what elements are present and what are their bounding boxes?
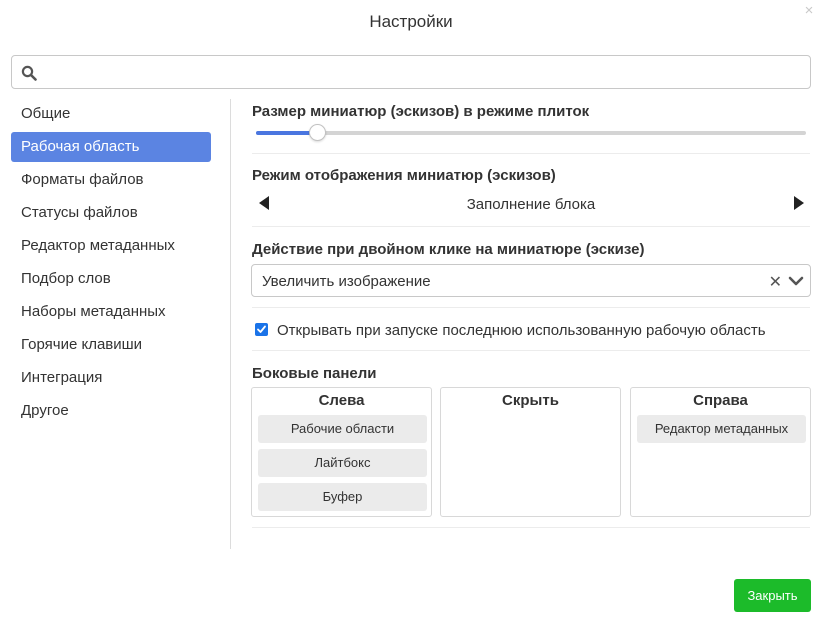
panel-left[interactable]: Слева Рабочие области Лайтбокс Буфер: [251, 387, 432, 517]
search-input[interactable]: [46, 57, 806, 87]
sidebar-item-other[interactable]: Другое: [11, 396, 211, 426]
dblclick-label: Действие при двойном клике на миниатюре …: [252, 241, 645, 258]
thumb-size-slider[interactable]: [256, 124, 806, 141]
panel-hidden-title: Скрыть: [502, 392, 559, 409]
prev-arrow-icon[interactable]: [259, 196, 269, 210]
panel-item-metadata-editor[interactable]: Редактор метаданных: [637, 415, 806, 443]
sidebar-item-metadata-editor[interactable]: Редактор метаданных: [11, 231, 211, 261]
dblclick-select[interactable]: Увеличить изображение ✕: [251, 264, 811, 297]
sidebar-item-integration[interactable]: Интеграция: [11, 363, 211, 393]
dblclick-value: Увеличить изображение: [262, 273, 431, 290]
close-icon[interactable]: ×: [802, 3, 816, 18]
side-panels-label: Боковые панели: [252, 365, 377, 382]
divider: [252, 527, 810, 528]
slider-thumb[interactable]: [308, 124, 326, 141]
sidebar-item-general[interactable]: Общие: [11, 99, 211, 129]
search-icon: [21, 65, 37, 81]
open-last-checkbox[interactable]: [255, 323, 268, 336]
panel-item-buffer[interactable]: Буфер: [258, 483, 427, 511]
panel-left-title: Слева: [318, 392, 365, 409]
close-button[interactable]: Закрыть: [734, 579, 811, 612]
sidebar-item-word-suggest[interactable]: Подбор слов: [11, 264, 211, 294]
divider: [252, 350, 810, 351]
sidebar-divider: [230, 99, 231, 549]
sidebar-item-file-formats[interactable]: Форматы файлов: [11, 165, 211, 195]
sidebar-item-hotkeys[interactable]: Горячие клавиши: [11, 330, 211, 360]
thumb-mode-value: Заполнение блока: [466, 196, 596, 213]
next-arrow-icon[interactable]: [794, 196, 804, 210]
slider-fill: [256, 131, 317, 135]
dialog-title: Настройки: [369, 12, 453, 31]
open-last-label[interactable]: Открывать при запуске последнюю использо…: [277, 322, 766, 339]
search-box[interactable]: [11, 55, 811, 89]
panel-right[interactable]: Справа Редактор метаданных: [630, 387, 811, 517]
sidebar-item-file-statuses[interactable]: Статусы файлов: [11, 198, 211, 228]
sidebar-item-workspace[interactable]: Рабочая область: [11, 132, 211, 162]
thumb-mode-label: Режим отображения миниатюр (эскизов): [252, 167, 556, 184]
sidebar-item-metadata-sets[interactable]: Наборы метаданных: [11, 297, 211, 327]
panel-hidden[interactable]: Скрыть: [440, 387, 621, 517]
divider: [252, 307, 810, 308]
clear-icon[interactable]: ✕: [769, 272, 782, 292]
chevron-down-icon[interactable]: [788, 273, 804, 289]
panel-right-title: Справа: [693, 392, 748, 409]
panel-item-workspaces[interactable]: Рабочие области: [258, 415, 427, 443]
settings-sidebar: Общие Рабочая область Форматы файлов Ста…: [11, 99, 211, 429]
divider: [252, 153, 810, 154]
panel-item-lightbox[interactable]: Лайтбокс: [258, 449, 427, 477]
thumb-size-label: Размер миниатюр (эскизов) в режиме плито…: [252, 103, 590, 120]
divider: [252, 226, 810, 227]
